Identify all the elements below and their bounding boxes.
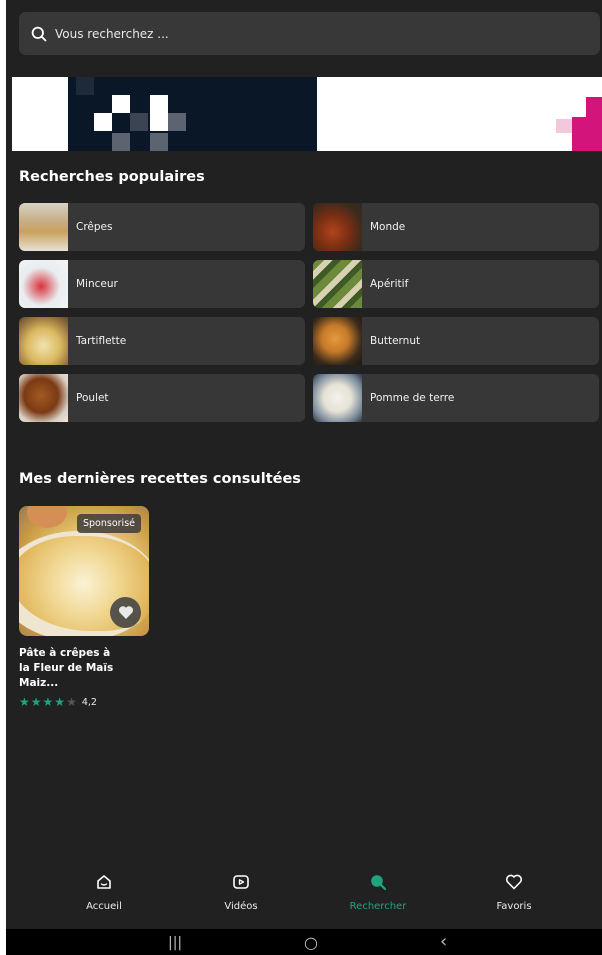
monde-thumbnail <box>313 203 362 251</box>
star-filled-icon: ★ <box>30 695 42 709</box>
video-icon <box>233 875 249 889</box>
popular-item-crepes[interactable]: Crêpes <box>19 203 305 251</box>
popular-item-label: Tartiflette <box>76 335 127 347</box>
search-icon <box>31 26 47 41</box>
minceur-thumbnail <box>19 260 68 308</box>
popular-item-label: Butternut <box>370 335 421 347</box>
crepes-thumbnail <box>19 203 68 251</box>
search-input[interactable]: Vous recherchez ... <box>19 12 600 55</box>
search-placeholder: Vous recherchez ... <box>55 26 169 41</box>
bottom-navigation: Accueil Vidéos Rechercher Favoris <box>6 861 602 929</box>
recipe-title[interactable]: Pâte à crêpes à la Fleur de Maïs Maiz... <box>19 646 149 691</box>
nav-label: Favoris <box>496 901 532 912</box>
star-empty-icon: ★ <box>66 695 77 709</box>
recent-apps-icon[interactable]: ||| <box>168 935 182 951</box>
home-icon <box>97 875 111 889</box>
star-filled-icon: ★ <box>54 695 66 709</box>
recipe-card[interactable]: Sponsorisé Pâte à crêpes à la Fleur de M… <box>19 506 149 709</box>
sponsored-badge: Sponsorisé <box>77 514 141 533</box>
star-filled-icon: ★ <box>42 695 54 709</box>
popular-item-butternut[interactable]: Butternut <box>313 317 599 365</box>
recipe-title-line1: Pâte à crêpes à <box>19 647 111 659</box>
recent-recipes-title: Mes dernières recettes consultées <box>19 471 301 487</box>
pomme-de-terre-thumbnail <box>313 374 362 422</box>
tartiflette-thumbnail <box>19 317 68 365</box>
ad-banner[interactable] <box>12 77 602 151</box>
nav-label: Accueil <box>86 901 122 912</box>
recipe-rating: ★ ★ ★ ★ ★ 4,2 <box>19 695 149 709</box>
popular-item-pomme-de-terre[interactable]: Pomme de terre <box>313 374 599 422</box>
star-filled-icon: ★ <box>19 695 30 709</box>
app-screen: Vous recherchez ... Recherches populaire… <box>6 0 602 929</box>
favorite-button[interactable] <box>110 597 141 628</box>
popular-item-poulet[interactable]: Poulet <box>19 374 305 422</box>
nav-item-rechercher[interactable]: Rechercher <box>328 873 428 912</box>
recipe-image: Sponsorisé <box>19 506 149 636</box>
recipe-image-egg <box>27 506 67 528</box>
popular-item-label: Poulet <box>76 392 109 404</box>
popular-item-minceur[interactable]: Minceur <box>19 260 305 308</box>
popular-item-label: Apéritif <box>370 278 409 290</box>
system-navigation-bar: ||| ○ ‹ <box>6 929 602 955</box>
nav-item-favoris[interactable]: Favoris <box>464 873 564 912</box>
recipe-title-line2: la Fleur de Maïs Maiz... <box>19 662 114 689</box>
heart-icon <box>505 874 523 890</box>
poulet-thumbnail <box>19 374 68 422</box>
home-button-icon[interactable]: ○ <box>304 933 318 952</box>
popular-item-label: Monde <box>370 221 406 233</box>
heart-icon <box>118 606 133 619</box>
nav-label: Vidéos <box>224 901 258 912</box>
rating-value: 4,2 <box>81 696 97 708</box>
nav-item-accueil[interactable]: Accueil <box>54 873 154 912</box>
popular-item-label: Minceur <box>76 278 118 290</box>
nav-label: Rechercher <box>349 901 407 912</box>
popular-item-label: Pomme de terre <box>370 392 455 404</box>
back-icon[interactable]: ‹ <box>440 931 447 952</box>
nav-item-videos[interactable]: Vidéos <box>191 873 291 912</box>
popular-searches-title: Recherches populaires <box>19 169 205 185</box>
popular-item-tartiflette[interactable]: Tartiflette <box>19 317 305 365</box>
popular-item-monde[interactable]: Monde <box>313 203 599 251</box>
butternut-thumbnail <box>313 317 362 365</box>
aperitif-thumbnail <box>313 260 362 308</box>
search-icon <box>371 875 387 891</box>
popular-item-aperitif[interactable]: Apéritif <box>313 260 599 308</box>
popular-item-label: Crêpes <box>76 221 113 233</box>
